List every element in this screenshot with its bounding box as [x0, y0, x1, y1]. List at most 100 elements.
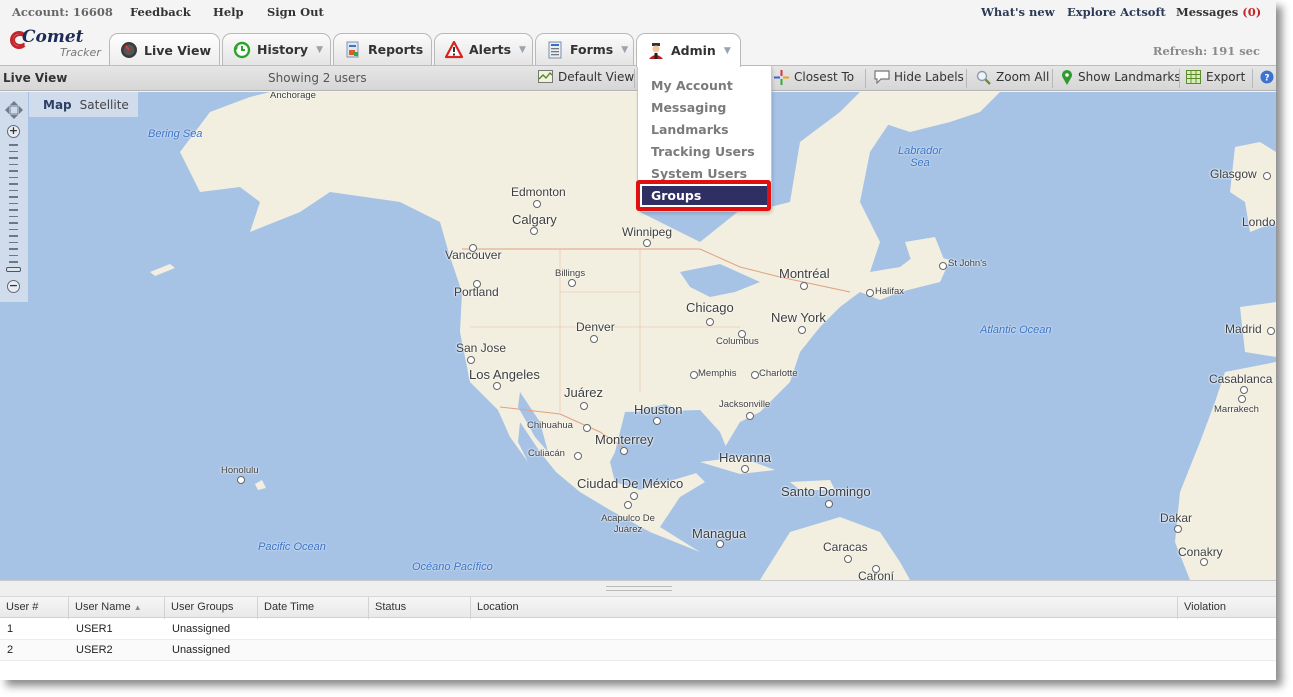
city-marker	[741, 465, 749, 473]
zoom-slider-tick[interactable]	[9, 150, 18, 152]
help-button[interactable]: ?	[1260, 70, 1276, 84]
menu-item-my-account[interactable]: My Account	[651, 78, 733, 93]
tab-alerts[interactable]: Alerts ▼	[434, 33, 533, 65]
zoom-slider-tick[interactable]	[9, 222, 18, 224]
zoom-slider-tick[interactable]	[9, 144, 18, 146]
splitter-grip-icon[interactable]	[606, 586, 672, 591]
messages-label: Messages	[1176, 5, 1239, 19]
menu-item-messaging[interactable]: Messaging	[651, 100, 726, 115]
help-link[interactable]: Help	[213, 5, 244, 19]
button-label: Show Landmarks	[1078, 70, 1181, 84]
zoom-all-button[interactable]: Zoom All	[976, 70, 1049, 85]
column-header-user-groups[interactable]: User Groups	[165, 597, 258, 619]
cell-user-name: USER1	[76, 623, 113, 635]
city-label: Ciudad De México	[577, 476, 684, 491]
hide-labels-button[interactable]: Hide Labels	[874, 70, 964, 85]
city-marker	[738, 330, 746, 338]
tab-reports[interactable]: Reports	[333, 33, 432, 65]
zoom-slider-tick[interactable]	[9, 248, 18, 250]
zoom-slider-tick[interactable]	[9, 170, 18, 172]
city-label: Santo Domingo	[781, 484, 871, 499]
zoom-slider-tick[interactable]	[9, 183, 18, 185]
column-header-status[interactable]: Status	[369, 597, 471, 619]
tab-history[interactable]: History ▼	[222, 33, 331, 65]
cell-user-number: 2	[7, 644, 14, 656]
zoom-slider-tick[interactable]	[9, 228, 18, 230]
city-label: Madrid	[1225, 322, 1262, 336]
menu-item-system-users[interactable]: System Users	[651, 166, 747, 181]
panel-splitter[interactable]	[0, 580, 1276, 596]
city-marker	[493, 382, 501, 390]
sort-ascending-icon: ▲	[133, 603, 142, 612]
zoom-slider-tick[interactable]	[9, 189, 18, 191]
city-marker	[653, 417, 661, 425]
city-marker	[580, 402, 588, 410]
chevron-down-icon: ▼	[621, 44, 629, 55]
map-type-satellite[interactable]: Satellite	[80, 98, 129, 112]
toolbar-divider	[634, 69, 635, 88]
zoom-out-button[interactable]: −	[7, 280, 20, 293]
map-zoom-control: + −	[0, 92, 28, 302]
city-label: Memphis	[698, 368, 737, 379]
explore-actsoft-link[interactable]: Explore Actsoft	[1067, 5, 1166, 19]
export-button[interactable]: Export	[1186, 70, 1245, 84]
toolbar-divider	[865, 69, 866, 88]
zoom-slider-thumb[interactable]	[6, 267, 21, 272]
column-header-user-number[interactable]: User #	[0, 597, 69, 619]
column-header-date-time[interactable]: Date Time	[258, 597, 369, 619]
tab-live-view[interactable]: Live View	[109, 33, 220, 66]
sign-out-link[interactable]: Sign Out	[267, 5, 324, 19]
menu-item-landmarks[interactable]: Landmarks	[651, 122, 729, 137]
show-landmarks-button[interactable]: Show Landmarks	[1061, 70, 1181, 85]
menu-item-tracking-users[interactable]: Tracking Users	[651, 144, 755, 159]
zoom-slider-tick[interactable]	[9, 241, 18, 243]
zoom-slider-tick[interactable]	[9, 157, 18, 159]
zoom-slider-tick[interactable]	[9, 261, 18, 263]
column-header-location[interactable]: Location	[471, 597, 1178, 619]
zoom-slider-tick[interactable]	[9, 209, 18, 211]
zoom-slider-tick[interactable]	[9, 202, 18, 204]
map-type-map[interactable]: Map	[43, 98, 72, 112]
city-label: Edmonton	[511, 185, 566, 199]
city-marker	[872, 565, 880, 573]
zoom-in-button[interactable]: +	[7, 125, 20, 138]
city-marker	[533, 200, 541, 208]
city-label: Montréal	[779, 266, 830, 281]
city-marker	[706, 318, 714, 326]
city-marker	[643, 239, 651, 247]
city-label: Havanna	[719, 450, 772, 465]
table-row[interactable]: 1 USER1 Unassigned	[0, 619, 1276, 640]
account-number: Account: 16608	[12, 5, 113, 19]
whats-new-link[interactable]: What's new	[981, 5, 1055, 19]
tab-admin[interactable]: Admin ▼	[636, 33, 741, 67]
city-marker	[939, 262, 947, 270]
city-label: Casablanca	[1209, 372, 1273, 386]
menu-item-groups[interactable]: Groups	[642, 186, 767, 205]
water-label: Atlantic Ocean	[980, 324, 1052, 336]
city-label: Winnipeg	[622, 225, 673, 239]
city-label: Chicago	[686, 300, 734, 315]
feedback-link[interactable]: Feedback	[130, 5, 191, 19]
zoom-slider-tick[interactable]	[9, 215, 18, 217]
chevron-down-icon: ▼	[723, 45, 731, 56]
table-row[interactable]: 2 USER2 Unassigned	[0, 640, 1276, 661]
default-view-button[interactable]: Default View	[538, 70, 634, 84]
zoom-slider-tick[interactable]	[9, 235, 18, 237]
closest-to-button[interactable]: Closest To	[774, 70, 854, 85]
city-label: Honolulu	[221, 465, 259, 476]
column-header-violation[interactable]: Violation	[1178, 597, 1276, 619]
column-label: User Name	[75, 601, 131, 613]
admin-dropdown-menu: My Account Messaging Landmarks Tracking …	[637, 66, 772, 212]
messages-link[interactable]: Messages (0)	[1176, 5, 1261, 19]
zoom-slider-tick[interactable]	[9, 163, 18, 165]
column-header-user-name[interactable]: User Name ▲	[69, 597, 165, 619]
zoom-slider-tick[interactable]	[9, 254, 18, 256]
map-pin-icon	[1061, 70, 1073, 85]
city-label: Charlotte	[759, 368, 798, 379]
clock-icon	[233, 41, 251, 59]
city-marker	[825, 500, 833, 508]
zoom-slider-tick[interactable]	[9, 196, 18, 198]
pan-arrows-icon[interactable]	[4, 100, 24, 120]
tab-forms[interactable]: Forms ▼	[535, 33, 634, 65]
zoom-slider-tick[interactable]	[9, 176, 18, 178]
